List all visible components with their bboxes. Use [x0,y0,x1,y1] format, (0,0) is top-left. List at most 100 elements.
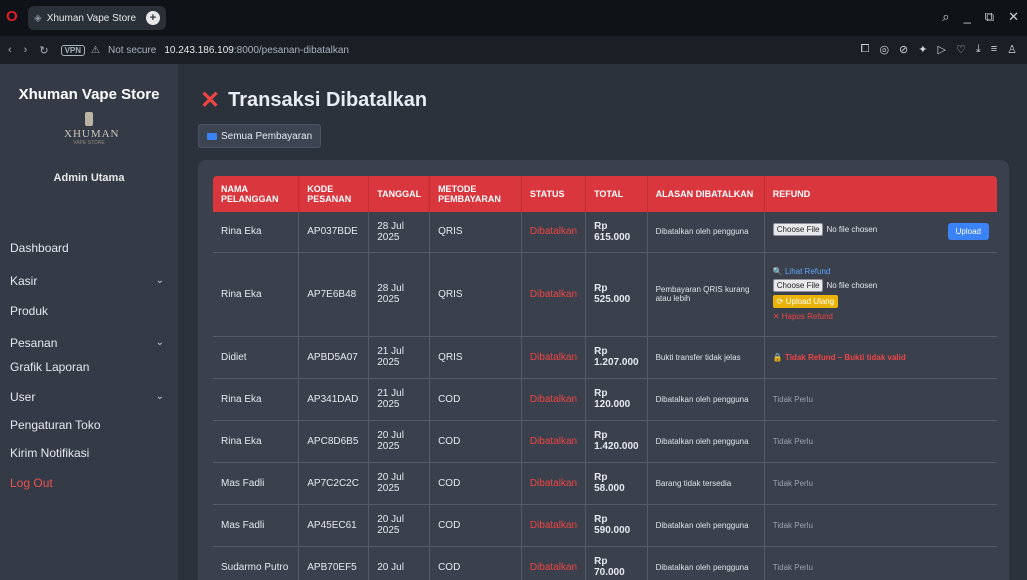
warning-icon[interactable]: ⚠ [91,45,100,56]
card-icon [207,132,217,140]
vpn-icon[interactable]: VPN [60,44,86,56]
cell-name: Rina Eka [213,378,300,421]
cell-code: APC8D6B5 [298,420,370,463]
screenshot-icon[interactable]: ⧠ [861,43,870,56]
back-icon[interactable]: ‹ [8,44,12,56]
cell-code: AP7C2C2C [298,462,370,505]
upload-button[interactable]: Upload [947,223,989,241]
cell-reason: Dibatalkan oleh pengguna [647,212,765,253]
cell-name: Sudarmo Putro [213,546,300,580]
cell-total: Rp 120.000 [585,378,648,421]
cell-method: QRIS [429,212,522,253]
cell-date: 21 Jul 2025 [368,336,431,379]
cell-method: QRIS [429,252,522,337]
sidebar-item-user[interactable]: User ⌄ [0,385,178,409]
menu-icon[interactable]: ≡ [991,43,997,56]
cell-status: Dibatalkan [521,462,587,505]
chevron-down-icon: ⌄ [155,275,164,286]
cell-code: APB70EF5 [298,546,370,580]
address-bar-icons: ⧠ ◎ ⊘ ✦ ▷ ♡ ⤓ ≡ ♙ [861,43,1017,56]
security-label[interactable]: Not secure [108,45,156,56]
hapus-refund-link[interactable]: ✕ Hapus Refund [773,312,989,321]
sidebar-item-pengaturan-toko[interactable]: Pengaturan Toko [0,413,178,437]
refresh-icon: ⟳ [776,297,786,306]
cell-method: COD [429,546,522,580]
sidebar-item-grafik-laporan[interactable]: Grafik Laporan [0,355,178,379]
cell-total: Rp 1.207.000 [585,336,648,379]
opera-logo-icon[interactable]: O [6,8,20,25]
cell-total: Rp 615.000 [585,212,648,253]
play-icon[interactable]: ▷ [937,43,945,56]
no-file-label: No file chosen [826,281,878,290]
new-tab-icon[interactable]: + [146,11,160,25]
brand-title: Xhuman Vape Store [18,86,160,103]
cell-date: 28 Jul 2025 [368,252,431,337]
browser-tab[interactable]: ◈ Xhuman Vape Store + [28,6,166,30]
cell-status: Dibatalkan [521,420,587,463]
cell-refund: Tidak Perlu [764,462,997,505]
all-payments-button[interactable]: Semua Pembayaran [198,124,322,148]
cell-name: Rina Eka [213,212,300,253]
cell-name: Didiet [213,336,300,379]
cell-total: Rp 58.000 [585,462,648,505]
choose-file-button[interactable]: Choose File [772,279,824,292]
cell-reason: Pembayaran QRIS kurang atau lebih [647,252,765,337]
sidebar-item-pesanan[interactable]: Pesanan ⌄ [0,331,178,355]
header-alasan: ALASAN DIBATALKAN [647,176,765,212]
cell-refund: Tidak Perlu [764,546,997,580]
download-icon[interactable]: ⤓ [976,43,981,56]
choose-file-button[interactable]: Choose File [772,223,824,237]
table-header-row: NAMA PELANGGAN KODE PESANAN TANGGAL METO… [213,176,997,212]
cell-method: COD [429,462,522,505]
sidebar: Xhuman Vape Store XHUMAN VAPE STORE Admi… [0,64,178,580]
cell-status: Dibatalkan [521,504,587,547]
cell-total: Rp 590.000 [585,504,648,547]
header-kode-pesanan: KODE PESANAN [298,176,370,212]
cell-refund: Tidak Perlu [764,504,997,547]
cell-refund: 🔒 Tidak Refund – Bukti tidak valid [764,336,997,379]
upload-ulang-button[interactable]: ⟳ Upload Ulang [772,295,839,308]
search-icon[interactable]: ⌕ [942,9,949,25]
search-icon: 🔍 [772,267,785,276]
cell-code: AP037BDE [298,212,370,253]
cancelled-transactions-table: NAMA PELANGGAN KODE PESANAN TANGGAL METO… [213,176,997,580]
cell-code: AP45EC61 [298,504,370,547]
close-icon[interactable]: ✕ [1008,9,1019,25]
lihat-refund-link[interactable]: 🔍 Lihat Refund [773,267,989,276]
table-row: Rina Eka AP037BDE 28 Jul 2025 QRIS Dibat… [213,212,997,253]
restore-icon[interactable]: ⧉ [985,9,994,25]
cell-method: QRIS [429,336,522,379]
logo-subtext: VAPE STORE [73,140,105,146]
cell-total: Rp 1.420.000 [585,420,648,463]
sidebar-item-produk[interactable]: Produk [0,299,178,323]
window-controls: ⌕ _ ⧉ ✕ [942,9,1019,25]
extensions-icon[interactable]: ✦ [918,43,927,56]
shield-icon[interactable]: ⊘ [899,43,908,56]
no-refund-status: 🔒 Tidak Refund – Bukti tidak valid [772,352,906,362]
minimize-icon[interactable]: _ [964,9,971,25]
cell-name: Rina Eka [213,252,300,337]
cell-status: Dibatalkan [521,546,587,580]
url-path[interactable]: :8000/pesanan-dibatalkan [234,45,349,56]
cell-name: Mas Fadli [213,462,300,505]
cell-refund: Tidak Perlu [764,420,997,463]
reload-icon[interactable]: ↻ [39,44,48,57]
sidebar-item-dashboard[interactable]: Dashboard [0,236,178,260]
sidebar-item-logout[interactable]: Log Out [0,471,178,495]
header-nama-pelanggan: NAMA PELANGGAN [213,176,300,212]
cell-status: Dibatalkan [521,212,587,253]
url-host[interactable]: 10.243.186.109 [164,45,234,56]
camera-icon[interactable]: ◎ [879,43,889,56]
cell-code: APBD5A07 [298,336,370,379]
cell-date: 21 Jul 2025 [368,378,431,421]
sidebar-item-kasir[interactable]: Kasir ⌄ [0,269,178,293]
profile-icon[interactable]: ♙ [1007,43,1017,56]
sidebar-item-kirim-notifikasi[interactable]: Kirim Notifikasi [0,441,178,465]
address-bar: ‹ › ↻ VPN ⚠ Not secure 10.243.186.109 :8… [0,36,1027,64]
cell-method: COD [429,420,522,463]
cell-date: 20 Jul 2025 [368,462,431,505]
cell-date: 20 Jul 2025 [368,504,431,547]
header-status: STATUS [521,176,587,212]
heart-icon[interactable]: ♡ [956,43,966,56]
forward-icon[interactable]: › [24,44,28,56]
